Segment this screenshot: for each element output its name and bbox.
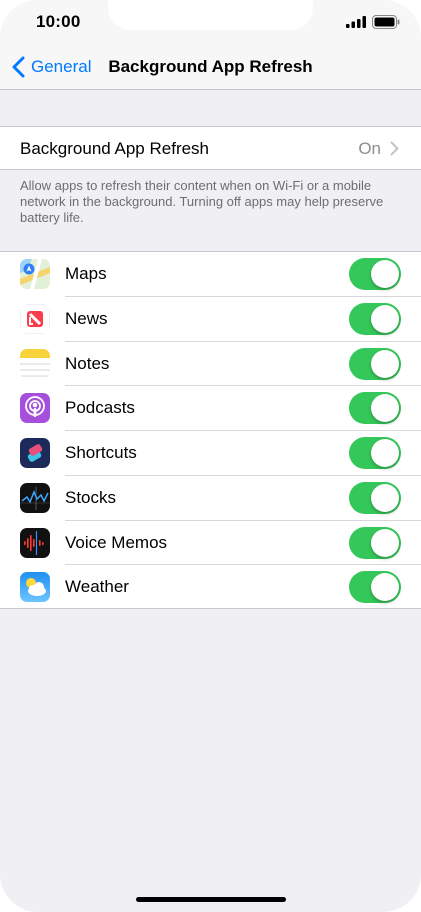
app-name: Weather — [65, 577, 129, 597]
navigation-bar: General Background App Refresh — [0, 44, 421, 90]
podcasts-toggle[interactable] — [349, 392, 401, 425]
app-list: Maps News Notes Podcasts Shortcuts Stock… — [0, 251, 421, 609]
toggle-knob — [371, 528, 399, 557]
news-icon — [20, 303, 50, 334]
app-name: Stocks — [65, 487, 117, 507]
app-row-shortcuts: Shortcuts — [0, 431, 421, 476]
voice-memos-icon — [20, 527, 50, 558]
app-row-maps: Maps — [0, 252, 421, 297]
setting-label: Background App Refresh — [20, 139, 210, 158]
shortcuts-icon — [20, 438, 50, 468]
app-row-voice-memos: Voice Memos — [0, 521, 421, 566]
maps-toggle[interactable] — [349, 258, 401, 290]
toggle-knob — [371, 483, 399, 512]
toggle-knob — [371, 573, 399, 602]
podcasts-icon — [20, 393, 50, 424]
status-time: 10:00 — [36, 12, 81, 31]
app-name: Voice Memos — [65, 532, 168, 552]
weather-icon — [20, 572, 50, 603]
page-title: Background App Refresh — [108, 57, 313, 76]
signal-icon — [346, 16, 366, 28]
stocks-icon — [20, 482, 50, 513]
shortcuts-toggle[interactable] — [349, 437, 401, 469]
app-row-news: News — [0, 297, 421, 342]
notes-toggle[interactable] — [349, 347, 401, 380]
weather-toggle[interactable] — [349, 571, 401, 604]
app-name: Notes — [65, 353, 110, 373]
battery-icon — [372, 15, 400, 29]
phone-screen: 10:00 General Background App Refresh Bac… — [0, 0, 421, 912]
voice-memos-toggle[interactable] — [349, 526, 401, 559]
status-bar: 10:00 — [0, 0, 421, 44]
toggle-knob — [371, 349, 399, 378]
app-row-stocks: Stocks — [0, 476, 421, 521]
app-row-notes: Notes — [0, 342, 421, 387]
background-app-refresh-setting[interactable]: Background App Refresh On — [0, 126, 421, 170]
app-name: News — [65, 308, 108, 328]
notes-icon — [20, 348, 50, 379]
home-indicator[interactable] — [136, 897, 286, 902]
app-name: Shortcuts — [65, 443, 137, 462]
stocks-toggle[interactable] — [349, 481, 401, 514]
app-row-weather: Weather — [0, 565, 421, 610]
chevron-right-icon — [390, 141, 399, 156]
maps-icon — [20, 259, 50, 289]
app-row-podcasts: Podcasts — [0, 386, 421, 431]
news-toggle[interactable] — [349, 302, 401, 335]
app-name: Maps — [65, 264, 107, 283]
toggle-knob — [371, 394, 399, 423]
section-footer-note: Allow apps to refresh their content when… — [20, 178, 384, 225]
toggle-knob — [371, 304, 399, 333]
setting-value: On — [358, 139, 381, 158]
toggle-knob — [371, 260, 399, 288]
app-name: Podcasts — [65, 398, 135, 418]
notch — [108, 0, 313, 30]
toggle-knob — [371, 439, 399, 467]
